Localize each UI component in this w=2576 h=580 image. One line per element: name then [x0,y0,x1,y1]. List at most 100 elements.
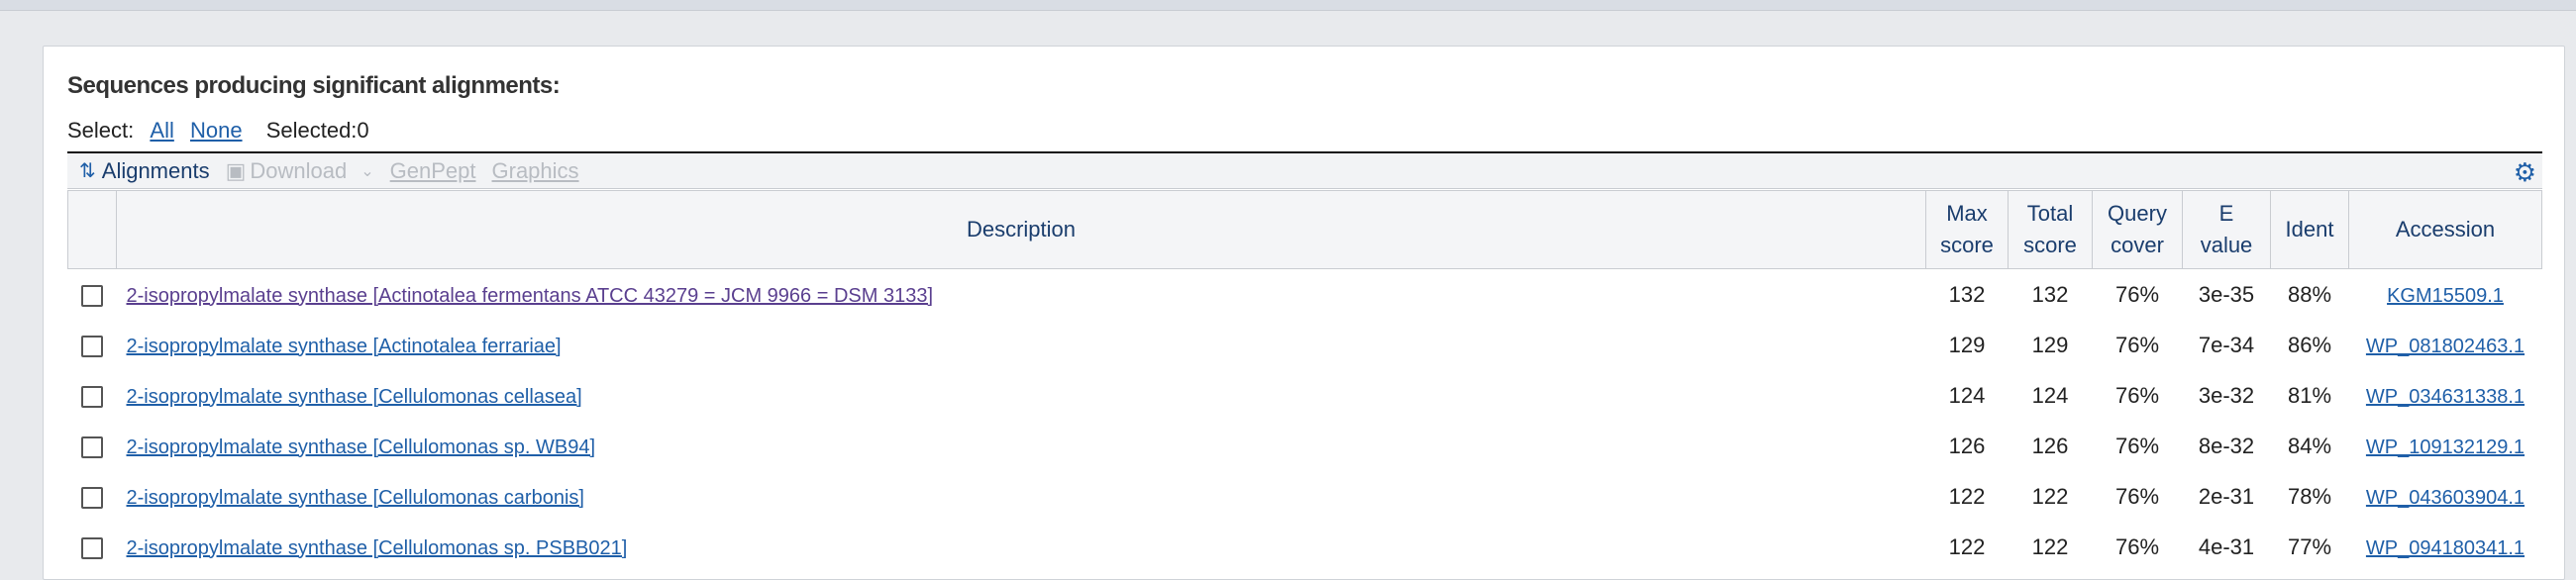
ident-cell: 86% [2287,332,2332,357]
select-label: Select: [67,118,135,143]
page-title: Sequences producing significant alignmen… [67,72,561,99]
gear-icon[interactable]: ⚙ [2514,157,2536,188]
accession-link[interactable]: KGM15509.1 [2387,285,2504,307]
column-query-cover-line1: Query [2108,201,2167,226]
table-header-row: Description Max score Total score Query … [67,190,2542,269]
description-link[interactable]: 2-isopropylmalate synthase [Cellulomonas… [127,436,596,458]
column-total-score-line2: score [2023,233,2077,257]
description-cell: 2-isopropylmalate synthase [Cellulomonas… [117,370,1926,421]
e-value-cell: 7e-34 [2198,332,2255,357]
query-cover-cell: 76% [2114,332,2160,357]
table-row: 2-isopropylmalate synthase [Actinotalea … [68,320,2542,370]
row-checkbox[interactable] [81,385,103,408]
description-link[interactable]: 2-isopropylmalate synthase [Actinotalea … [127,285,934,307]
total-score-cell: 132 [2031,281,2069,307]
row-checkbox[interactable] [81,486,103,509]
query-cover-cell: 76% [2114,281,2160,307]
ident-cell: 81% [2287,382,2332,408]
column-total-score[interactable]: Total score [2008,190,2093,269]
row-checkbox-cell [68,320,117,370]
max-score-cell: 124 [1948,382,1986,408]
e-value-cell: 3e-35 [2198,281,2255,307]
ident-cell: 88% [2287,281,2332,307]
column-max-score-line1: Max [1946,201,1988,226]
description-link[interactable]: 2-isopropylmalate synthase [Cellulomonas… [127,537,628,559]
row-checkbox-cell [68,471,117,522]
table-row: 2-isopropylmalate synthase [Actinotalea … [68,269,2542,321]
accession-link[interactable]: WP_109132129.1 [2366,436,2524,458]
results-toolbar: ⇅ Alignments ▣ Download ⌄ GenPept Graphi… [67,151,2542,189]
row-checkbox[interactable] [81,335,103,357]
accession-cell: KGM15509.1 [2349,269,2542,321]
column-e-value-line2: value [2200,233,2253,257]
row-checkbox-cell [68,522,117,572]
column-max-score-line2: score [1940,233,1994,257]
table-row: 2-isopropylmalate synthase [Cellulomonas… [68,370,2542,421]
accession-cell: WP_081802463.1 [2349,320,2542,370]
genpept-link[interactable]: GenPept [390,158,476,184]
graphics-label: Graphics [491,157,579,183]
row-checkbox-cell [68,421,117,471]
results-table: Description Max score Total score Query … [67,190,2542,572]
row-checkbox[interactable] [81,284,103,307]
download-label: Download [250,157,348,183]
alignments-button[interactable]: ⇅ Alignments [79,158,210,184]
accession-cell: WP_094180341.1 [2349,522,2542,572]
select-none-link[interactable]: None [190,118,243,143]
column-query-cover[interactable]: Query cover [2092,190,2183,269]
query-cover-cell: 76% [2114,533,2160,559]
description-link[interactable]: 2-isopropylmalate synthase [Cellulomonas… [127,386,582,408]
column-description[interactable]: Description [116,190,1926,269]
accession-link[interactable]: WP_034631338.1 [2366,386,2524,408]
select-bar: Select: All None Selected:0 [67,118,369,144]
query-cover-cell: 76% [2114,382,2160,408]
row-checkbox-cell [68,370,117,421]
ident-cell: 78% [2287,483,2332,509]
table-row: 2-isopropylmalate synthase [Cellulomonas… [68,522,2542,572]
description-link[interactable]: 2-isopropylmalate synthase [Actinotalea … [127,336,562,357]
column-e-value-line1: E [2218,201,2234,226]
total-score-cell: 122 [2031,533,2069,559]
description-cell: 2-isopropylmalate synthase [Cellulomonas… [117,471,1926,522]
description-cell: 2-isopropylmalate synthase [Cellulomonas… [117,421,1926,471]
ident-cell: 77% [2287,533,2332,559]
max-score-cell: 122 [1948,483,1986,509]
total-score-cell: 129 [2031,332,2069,357]
total-score-cell: 122 [2031,483,2069,509]
description-link[interactable]: 2-isopropylmalate synthase [Cellulomonas… [127,487,584,509]
page-top-band [0,0,2576,11]
table-row: 2-isopropylmalate synthase [Cellulomonas… [68,421,2542,471]
description-cell: 2-isopropylmalate synthase [Actinotalea … [117,320,1926,370]
accession-cell: WP_109132129.1 [2349,421,2542,471]
select-all-link[interactable]: All [150,118,173,143]
column-query-cover-line2: cover [2111,233,2164,257]
column-max-score[interactable]: Max score [1925,190,2009,269]
column-e-value[interactable]: E value [2182,190,2271,269]
column-ident[interactable]: Ident [2270,190,2349,269]
header-checkbox-cell [67,190,117,269]
chevron-down-icon: ⌄ [361,162,374,180]
max-score-cell: 122 [1948,533,1986,559]
accession-cell: WP_034631338.1 [2349,370,2542,421]
graphics-link[interactable]: Graphics [492,158,579,184]
accession-link[interactable]: WP_094180341.1 [2366,537,2524,559]
e-value-cell: 8e-32 [2198,433,2255,458]
accession-cell: WP_043603904.1 [2349,471,2542,522]
max-score-cell: 129 [1948,332,1986,357]
column-accession[interactable]: Accession [2348,190,2542,269]
accession-link[interactable]: WP_081802463.1 [2366,336,2524,357]
total-score-cell: 124 [2031,382,2069,408]
row-checkbox[interactable] [81,536,103,559]
row-checkbox-cell [68,269,117,321]
ident-cell: 84% [2287,433,2332,458]
e-value-cell: 3e-32 [2198,382,2255,408]
description-cell: 2-isopropylmalate synthase [Actinotalea … [117,269,1926,321]
download-button[interactable]: ▣ Download ⌄ [226,158,374,184]
max-score-cell: 132 [1948,281,1986,307]
selected-count: Selected:0 [265,118,369,143]
download-icon: ▣ [225,157,247,183]
max-score-cell: 126 [1948,433,1986,458]
row-checkbox[interactable] [81,435,103,458]
accession-link[interactable]: WP_043603904.1 [2366,487,2524,509]
table-row: 2-isopropylmalate synthase [Cellulomonas… [68,471,2542,522]
